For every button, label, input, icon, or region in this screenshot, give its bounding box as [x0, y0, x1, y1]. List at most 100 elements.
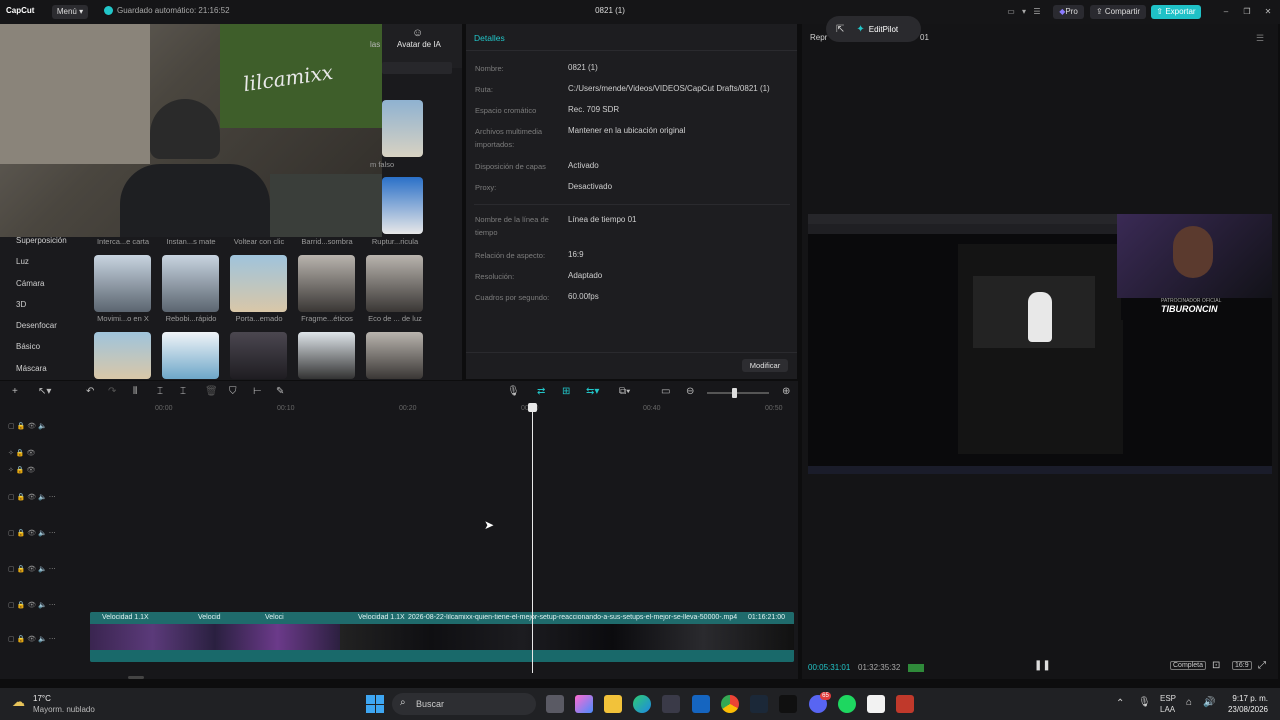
- track-controls[interactable]: ▢ 🔒 👁 🔈 ⋯: [8, 562, 88, 576]
- split-icon[interactable]: ⫴: [133, 386, 137, 397]
- store-icon[interactable]: [662, 695, 680, 713]
- copilot-icon[interactable]: [575, 695, 593, 713]
- track-controls[interactable]: ✧ 🔒 👁: [8, 446, 88, 460]
- notification-badge: 65: [820, 692, 831, 700]
- zoom-in-icon[interactable]: ⊕: [782, 386, 790, 397]
- effect-thumb[interactable]: [298, 255, 355, 312]
- pro-button[interactable]: ◆Pro: [1053, 5, 1084, 19]
- marker-icon[interactable]: ⊢: [253, 386, 262, 397]
- split-right-icon[interactable]: ⌶: [180, 386, 186, 397]
- category-light[interactable]: Luz: [16, 257, 29, 266]
- spotify-icon[interactable]: [838, 695, 856, 713]
- track-controls[interactable]: ▢ 🔒 👁 🔈: [8, 419, 88, 433]
- taskbar-search[interactable]: ⌕ Buscar: [392, 693, 536, 715]
- zoom-out-icon[interactable]: ⊖: [686, 386, 694, 397]
- effect-thumb[interactable]: [162, 332, 219, 379]
- category-mask[interactable]: Máscara: [16, 364, 47, 373]
- screenshot-icon[interactable]: ⊡: [1212, 660, 1220, 671]
- volume-icon[interactable]: 🔊: [1203, 697, 1215, 708]
- chevron-up-icon[interactable]: ⌃: [1116, 698, 1124, 709]
- chrome-icon[interactable]: [721, 695, 739, 713]
- ratio-button[interactable]: 16:9: [1232, 661, 1252, 670]
- clock-time[interactable]: 9:17 p. m.: [1222, 694, 1268, 703]
- app-icon[interactable]: [896, 695, 914, 713]
- file-explorer-icon[interactable]: [604, 695, 622, 713]
- zoom-slider[interactable]: [707, 392, 769, 394]
- category-camera[interactable]: Cámara: [16, 279, 44, 288]
- effect-thumb[interactable]: [382, 177, 423, 234]
- shield-icon[interactable]: ⛉: [229, 386, 237, 397]
- editpilot-icon: ✦: [856, 23, 865, 35]
- category-basic[interactable]: Básico: [16, 342, 40, 351]
- share-button[interactable]: ⇪ Compartir: [1090, 5, 1146, 19]
- select-icon[interactable]: ↖▾: [38, 386, 51, 397]
- link-icon[interactable]: ⇄: [537, 386, 545, 397]
- clock-date[interactable]: 23/08/2026: [1222, 705, 1268, 714]
- windows-start-icon[interactable]: [366, 695, 384, 713]
- capcut-icon[interactable]: [867, 695, 885, 713]
- network-icon[interactable]: ⌂: [1186, 697, 1192, 708]
- track-controls[interactable]: ✧ 🔒 👁: [8, 463, 88, 477]
- edge-icon[interactable]: [633, 695, 651, 713]
- playhead[interactable]: [532, 405, 533, 673]
- fit-button[interactable]: Completa: [1170, 661, 1206, 670]
- tab-partial[interactable]: las: [370, 40, 380, 49]
- modify-button[interactable]: Modificar: [742, 359, 788, 372]
- undo-icon[interactable]: ↶: [86, 386, 94, 397]
- menu-button[interactable]: Menú ▾: [52, 5, 88, 19]
- effect-thumb[interactable]: [162, 255, 219, 312]
- menu-icon[interactable]: ☰: [1256, 33, 1264, 44]
- app-icon[interactable]: [779, 695, 797, 713]
- effect-thumb[interactable]: [366, 332, 423, 379]
- category-3d[interactable]: 3D: [16, 300, 26, 309]
- close-icon[interactable]: ✕: [1262, 5, 1274, 19]
- mic-icon[interactable]: 🎙: [1138, 697, 1151, 708]
- add-icon[interactable]: +: [12, 386, 18, 397]
- minimize-icon[interactable]: –: [1220, 5, 1232, 19]
- restore-icon[interactable]: ❐: [1241, 5, 1253, 19]
- editpilot-pill[interactable]: ⇱ ✦ EditPilot: [826, 16, 921, 42]
- effect-thumb[interactable]: [298, 332, 355, 379]
- search-input[interactable]: [382, 62, 452, 74]
- shortcuts-icon[interactable]: ☰: [1030, 5, 1044, 19]
- magnet-icon[interactable]: ⊞: [562, 386, 570, 397]
- export-button[interactable]: ⇧ Exportar: [1151, 5, 1201, 19]
- language-label[interactable]: ESP: [1160, 694, 1176, 703]
- effect-thumb[interactable]: [382, 100, 423, 157]
- brush-icon[interactable]: ✎: [276, 386, 284, 397]
- delete-icon[interactable]: 🗑: [205, 386, 218, 397]
- effect-thumb[interactable]: [366, 255, 423, 312]
- language-sub[interactable]: LAA: [1160, 705, 1175, 714]
- preview-axis-icon[interactable]: ⧉▾: [619, 386, 630, 397]
- fullscreen-icon[interactable]: ⤢: [1258, 660, 1266, 671]
- track-controls[interactable]: ▢ 🔒 👁 🔈 ⋯: [8, 526, 88, 540]
- track-controls[interactable]: ▢ 🔒 👁 🔈 ⋯: [8, 490, 88, 504]
- chevron-down-icon[interactable]: ▾: [1020, 5, 1028, 19]
- mic-icon[interactable]: 🎙: [507, 386, 520, 397]
- outlook-icon[interactable]: [692, 695, 710, 713]
- category-blur[interactable]: Desenfocar: [16, 321, 57, 330]
- pause-icon[interactable]: ❚❚: [1034, 660, 1051, 671]
- video-preview[interactable]: PATROCINADOR OFICIAL TIBURONCIN: [808, 214, 1272, 474]
- playhead-handle[interactable]: [528, 403, 537, 412]
- layout-icon[interactable]: ▭: [1004, 5, 1018, 19]
- effect-thumb[interactable]: [230, 332, 287, 379]
- zoom-handle[interactable]: [732, 388, 737, 398]
- video-clip[interactable]: Velocidad 1.1X Velocid Veloci Velocidad …: [90, 612, 794, 662]
- category-overlay[interactable]: Superposición: [16, 236, 67, 245]
- timeline-scrollbar[interactable]: [128, 676, 144, 679]
- weather-temp[interactable]: 17°C: [33, 694, 51, 703]
- effect-thumb[interactable]: [94, 255, 151, 312]
- effect-thumb[interactable]: [230, 255, 287, 312]
- snap-icon[interactable]: ⇆▾: [586, 386, 599, 397]
- track-controls[interactable]: ▢ 🔒 👁 🔈 ⋯: [8, 632, 88, 646]
- effect-thumb[interactable]: [94, 332, 151, 379]
- track-controls[interactable]: ▢ 🔒 👁 🔈 ⋯: [8, 598, 88, 612]
- split-left-icon[interactable]: ⌶: [157, 386, 163, 397]
- taskview-icon[interactable]: [546, 695, 564, 713]
- steam-icon[interactable]: [750, 695, 768, 713]
- tab-avatar-ia[interactable]: Avatar de IA: [397, 40, 441, 49]
- caption-icon[interactable]: ▭: [661, 386, 670, 397]
- redo-icon[interactable]: ↷: [108, 386, 116, 397]
- weather-desc[interactable]: Mayorm. nublado: [33, 705, 95, 714]
